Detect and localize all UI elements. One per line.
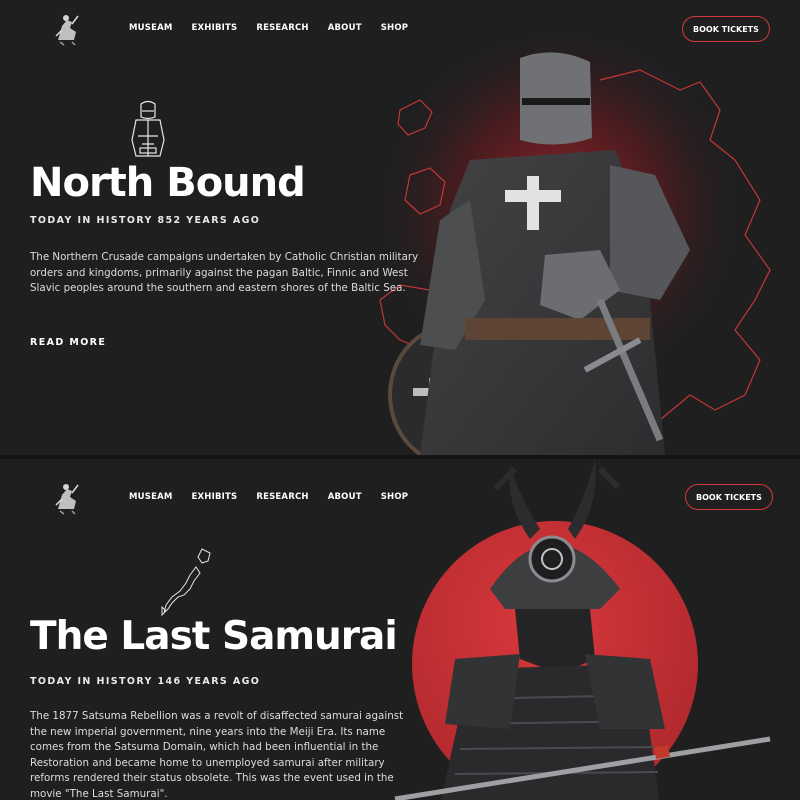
main-nav: MUSEAM EXHIBITS RESEARCH ABOUT SHOP BOOK… [0, 0, 800, 56]
nav-links: MUSEAM EXHIBITS RESEARCH ABOUT SHOP [129, 23, 408, 33]
main-nav-secondary: MUSEAM EXHIBITS RESEARCH ABOUT SHOP BOOK… [0, 469, 800, 525]
nav-links: MUSEAM EXHIBITS RESEARCH ABOUT SHOP [129, 492, 408, 502]
knight-outline-icon [131, 100, 165, 157]
nav-item-museam[interactable]: MUSEAM [129, 23, 173, 33]
book-tickets-button[interactable]: BOOK TICKETS [685, 484, 773, 510]
page-title: The Last Samurai [30, 614, 398, 659]
book-tickets-button[interactable]: BOOK TICKETS [682, 16, 770, 42]
crusader-artwork [370, 20, 771, 455]
today-in-history: TODAY IN HISTORY 852 YEARS AGO [30, 215, 261, 226]
knight-logo-icon[interactable] [50, 10, 84, 46]
description: The 1877 Satsuma Rebellion was a revolt … [30, 710, 404, 800]
hero-northern-crusade: MUSEAM EXHIBITS RESEARCH ABOUT SHOP BOOK… [0, 0, 800, 455]
page-title: North Bound [30, 160, 306, 206]
japan-map-icon [161, 548, 211, 617]
nav-item-shop[interactable]: SHOP [381, 492, 409, 502]
today-in-history: TODAY IN HISTORY 146 YEARS AGO [30, 676, 261, 687]
nav-item-museam[interactable]: MUSEAM [129, 492, 173, 502]
read-more-link[interactable]: READ MORE [30, 337, 106, 348]
description: The Northern Crusade campaigns undertake… [30, 251, 419, 294]
nav-item-shop[interactable]: SHOP [381, 23, 409, 33]
nav-item-exhibits[interactable]: EXHIBITS [192, 23, 238, 33]
nav-item-research[interactable]: RESEARCH [256, 492, 308, 502]
nav-item-exhibits[interactable]: EXHIBITS [192, 492, 238, 502]
nav-item-about[interactable]: ABOUT [328, 492, 362, 502]
nav-item-research[interactable]: RESEARCH [256, 23, 308, 33]
knight-logo-icon[interactable] [50, 479, 84, 515]
hero-last-samurai: MUSEAM EXHIBITS RESEARCH ABOUT SHOP BOOK… [0, 455, 800, 800]
nav-item-about[interactable]: ABOUT [328, 23, 362, 33]
